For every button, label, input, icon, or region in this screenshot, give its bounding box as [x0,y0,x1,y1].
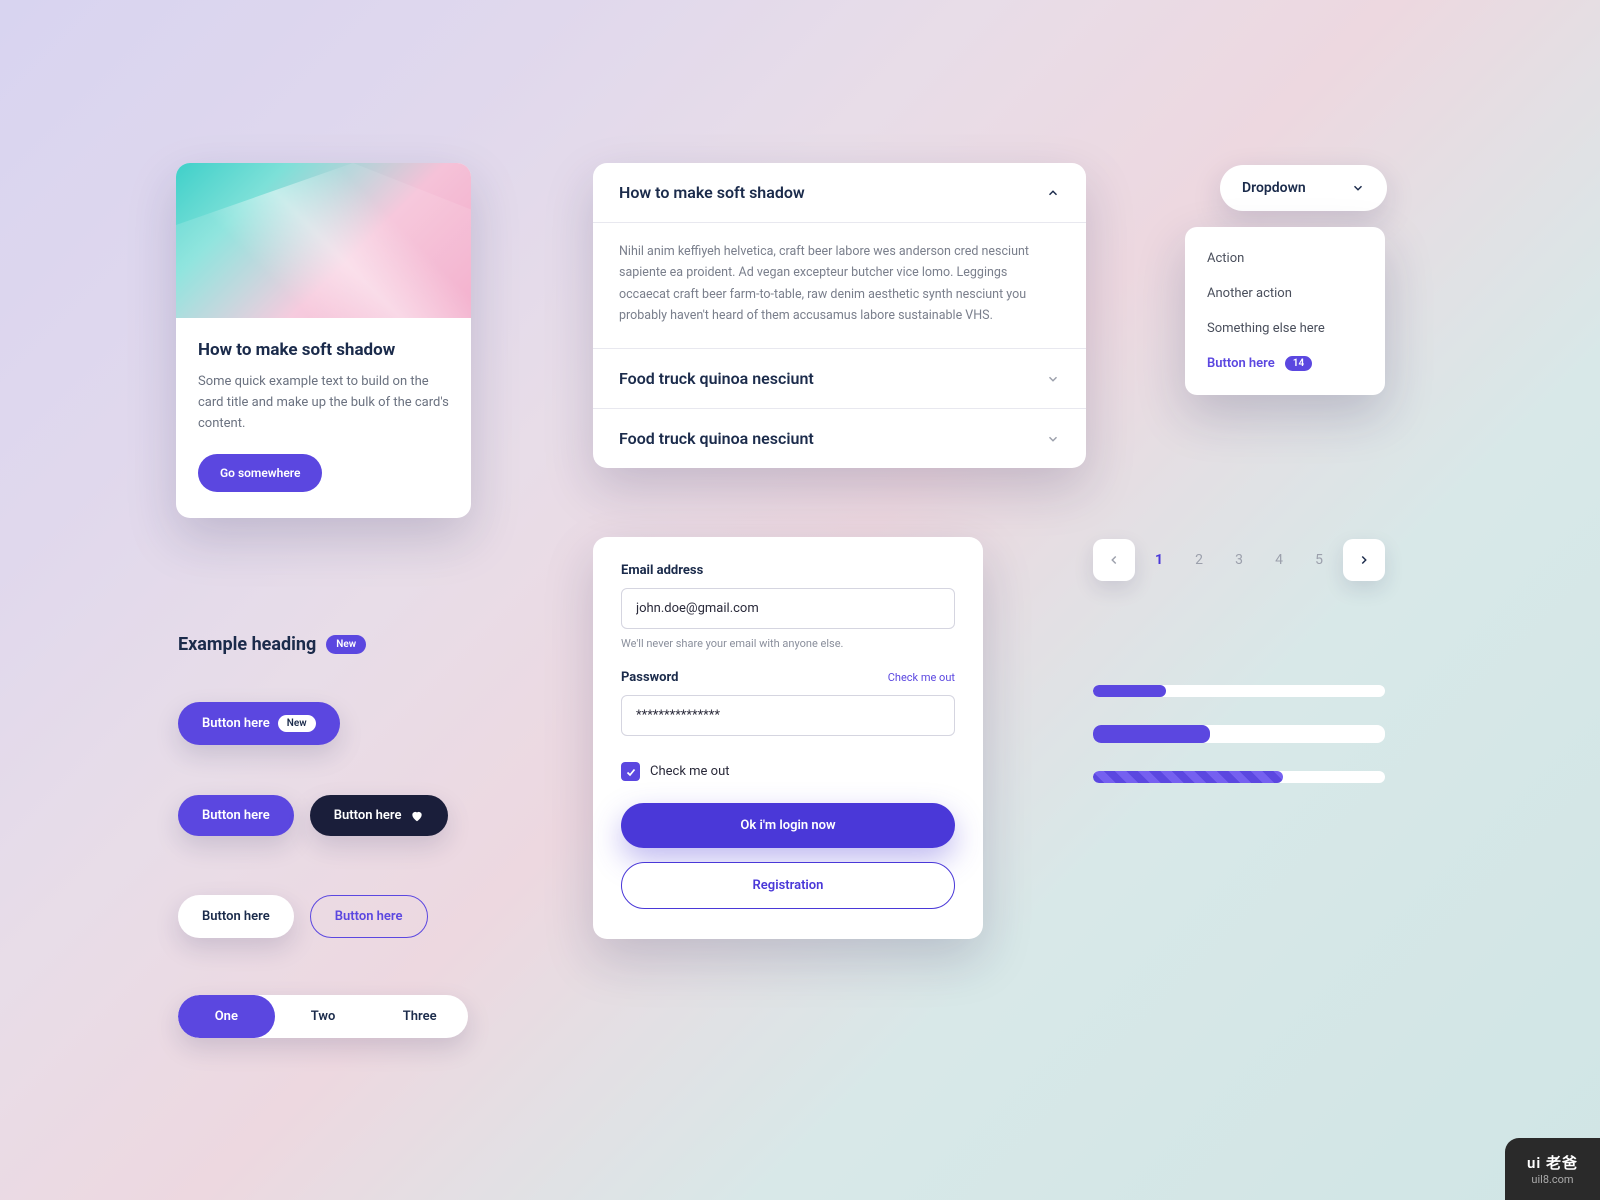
dark-button[interactable]: Button here [310,795,448,836]
accordion-item: Food truck quinoa nesciunt [593,349,1086,409]
chevron-down-icon [1351,181,1365,195]
accordion-body: Nihil anim keffiyeh helvetica, craft bee… [593,222,1086,348]
chevron-up-icon [1046,186,1060,200]
email-label: Email address [621,563,955,578]
progress-bar-striped [1093,771,1385,783]
chevron-left-icon [1107,553,1121,567]
segment-two[interactable]: Two [275,995,372,1038]
page-number[interactable]: 5 [1303,552,1335,568]
watermark: ui 老爸 uil8.com [1505,1138,1600,1200]
example-heading: Example heading New [178,634,366,655]
image-card: How to make soft shadow Some quick examp… [176,163,471,518]
remember-checkbox-row: Check me out [621,762,955,781]
card-body: How to make soft shadow Some quick examp… [176,318,471,518]
button-label: Button here [334,808,402,823]
count-badge: 14 [1285,356,1312,371]
progress-group: 40% [1093,685,1385,783]
accordion: How to make soft shadow Nihil anim keffi… [593,163,1086,468]
card-image [176,163,471,318]
password-label: Password [621,670,678,685]
accordion-item: Food truck quinoa nesciunt [593,409,1086,468]
button-label: Button here [202,716,270,731]
pagination: 1 2 3 4 5 [1093,539,1385,581]
accordion-title: Food truck quinoa nesciunt [619,369,814,388]
dropdown-button[interactable]: Dropdown [1220,165,1387,211]
page-number[interactable]: 4 [1263,552,1295,568]
button-with-badge[interactable]: Button here New [178,702,340,745]
check-icon [625,766,637,778]
accordion-title: Food truck quinoa nesciunt [619,429,814,448]
go-somewhere-button[interactable]: Go somewhere [198,454,322,492]
dropdown-label: Dropdown [1242,180,1306,196]
login-form: Email address We'll never share your ema… [593,537,983,939]
page-number[interactable]: 2 [1183,552,1215,568]
checkbox[interactable] [621,762,640,781]
login-button[interactable]: Ok i'm login now [621,803,955,848]
primary-button[interactable]: Button here [178,795,294,836]
accordion-item: How to make soft shadow Nihil anim keffi… [593,163,1086,349]
accordion-header[interactable]: Food truck quinoa nesciunt [593,349,1086,408]
dropdown-item[interactable]: Another action [1185,276,1385,311]
card-text: Some quick example text to build on the … [198,372,449,434]
dropdown-item[interactable]: Action [1185,241,1385,276]
dropdown-menu: Action Another action Something else her… [1185,227,1385,395]
progress-fill [1093,771,1283,783]
outline-button[interactable]: Button here [310,895,428,938]
segment-one[interactable]: One [178,995,275,1038]
page-number[interactable]: 3 [1223,552,1255,568]
next-page-button[interactable] [1343,539,1385,581]
dropdown-item-button[interactable]: Button here 14 [1185,346,1385,381]
registration-button[interactable]: Registration [621,862,955,909]
page-number[interactable]: 1 [1143,552,1175,568]
segmented-control: One Two Three [178,995,468,1038]
chevron-right-icon [1357,553,1371,567]
dropdown-item-label: Button here [1207,356,1275,371]
email-field[interactable] [621,588,955,629]
progress-bar-labeled: 40% [1093,725,1385,743]
password-field[interactable] [621,695,955,736]
dropdown-item[interactable]: Something else here [1185,311,1385,346]
accordion-title: How to make soft shadow [619,183,805,202]
watermark-url: uil8.com [1527,1173,1578,1186]
chevron-down-icon [1046,432,1060,446]
white-button[interactable]: Button here [178,895,294,938]
button-inner-badge: New [278,715,316,732]
prev-page-button[interactable] [1093,539,1135,581]
password-help-link[interactable]: Check me out [888,671,955,684]
progress-fill [1093,685,1166,697]
progress-label: 40% [1093,725,1385,743]
accordion-header[interactable]: Food truck quinoa nesciunt [593,409,1086,468]
heading-text: Example heading [178,634,316,655]
email-help-text: We'll never share your email with anyone… [621,637,955,650]
accordion-header[interactable]: How to make soft shadow [593,163,1086,222]
checkbox-label: Check me out [650,764,730,779]
progress-bar [1093,685,1385,697]
segment-three[interactable]: Three [371,995,468,1038]
new-badge: New [326,635,366,654]
heart-icon [410,809,424,823]
card-title: How to make soft shadow [198,340,449,360]
progress-fill: 40% [1093,725,1210,743]
chevron-down-icon [1046,372,1060,386]
watermark-title: ui 老爸 [1527,1152,1578,1173]
